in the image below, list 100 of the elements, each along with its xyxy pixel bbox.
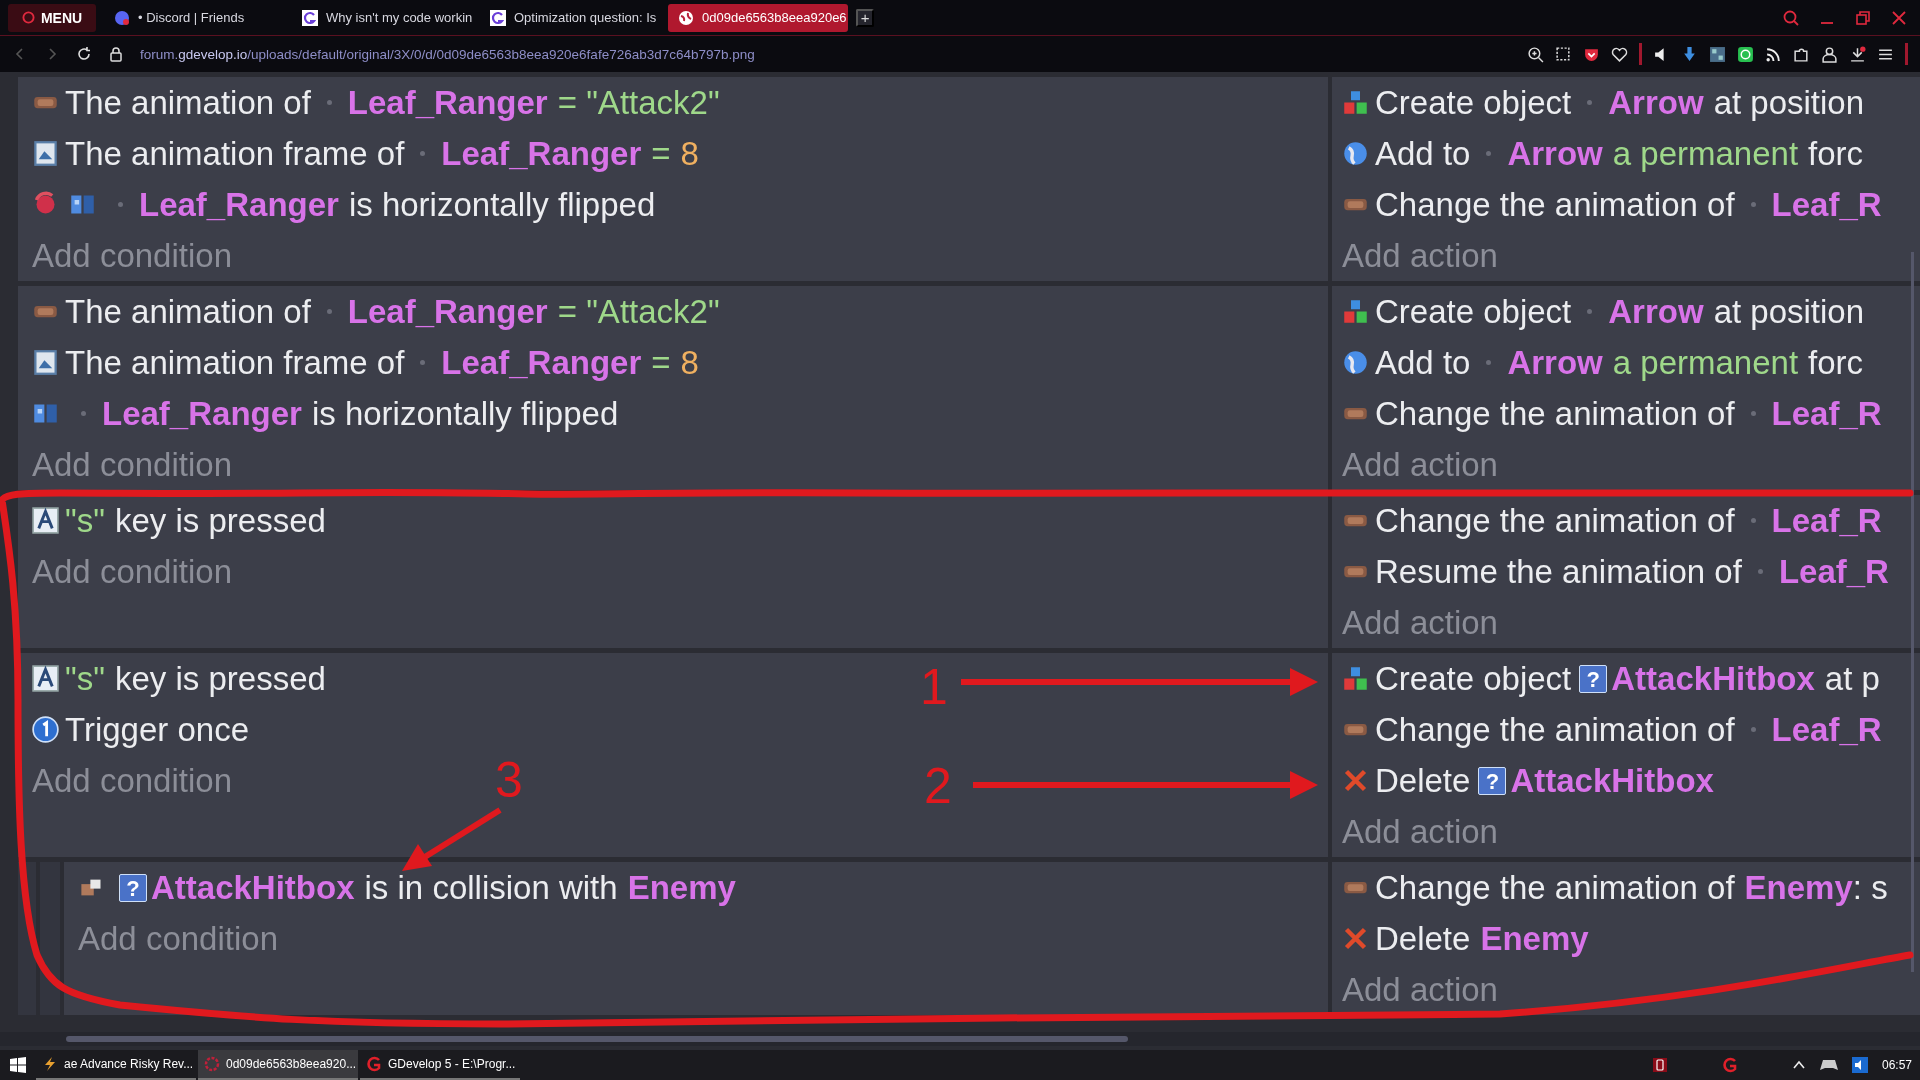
taskbar-item[interactable]: GDevelop 5 - E:\Progr... xyxy=(360,1050,520,1080)
question-mark-icon: ? xyxy=(1478,766,1507,795)
tiles-icon[interactable] xyxy=(1709,45,1726,63)
dot-icon xyxy=(326,100,332,105)
text-label: key is pressed xyxy=(114,659,326,698)
puzzle-icon[interactable] xyxy=(1793,45,1810,63)
object-name: Leaf_Ranger xyxy=(102,394,302,433)
taskbar-item[interactable]: ae Advance Risky Rev... xyxy=(36,1050,196,1080)
object-name: AttackHitbox xyxy=(1611,659,1815,698)
text-label: The animation of xyxy=(65,83,311,122)
cross-icon xyxy=(1342,925,1369,952)
text-label: at p xyxy=(1824,659,1880,698)
ring-logo-icon xyxy=(21,11,35,24)
globe-icon xyxy=(1342,349,1369,376)
dot-icon xyxy=(1587,100,1593,105)
browser-tab[interactable]: Optimization question: Is xyxy=(480,3,660,32)
text-label: Create object xyxy=(1375,659,1572,698)
text-label: is horizontally flipped xyxy=(348,185,656,224)
text-label: Trigger once xyxy=(65,710,250,749)
key-a-icon xyxy=(32,665,59,692)
key-a-icon xyxy=(32,507,59,534)
lightning-icon xyxy=(42,1056,58,1072)
annotation-number: 1 xyxy=(920,659,948,715)
object-name: Leaf_Ranger xyxy=(347,83,548,122)
gamepad-icon[interactable] xyxy=(1819,1058,1838,1072)
windows-icon[interactable] xyxy=(10,1057,26,1073)
question-mark-icon: ? xyxy=(119,873,147,902)
object-name: Arrow xyxy=(1608,292,1704,331)
speaker-icon[interactable] xyxy=(1851,1057,1868,1073)
text-label: Change the animation of xyxy=(1375,501,1735,540)
value-text: a permanent xyxy=(1612,134,1799,173)
browser-tab[interactable]: 0d09de6563b8eea920e6 xyxy=(668,3,848,32)
object-name: Leaf_Ranger xyxy=(347,292,548,331)
blocks-icon xyxy=(1342,665,1369,692)
lock-icon xyxy=(108,46,124,62)
text-label: at position xyxy=(1713,292,1865,331)
object-name: Enemy xyxy=(1744,868,1853,907)
value-text: a permanent xyxy=(1612,343,1799,382)
object-name: Leaf_Ranger xyxy=(441,134,642,173)
vertical-scrollbar[interactable] xyxy=(1911,252,1914,972)
object-name: Arrow xyxy=(1507,134,1603,173)
text-label: Change the animation of xyxy=(1375,185,1735,224)
globe-icon xyxy=(678,9,694,26)
text-label: Add to xyxy=(1375,343,1471,382)
heart-icon[interactable] xyxy=(1611,45,1628,63)
globe-icon xyxy=(1342,140,1369,167)
snapshot-icon[interactable] xyxy=(1555,45,1572,63)
new-tab-button[interactable]: + xyxy=(856,8,874,27)
object-name: Enemy xyxy=(627,868,736,907)
dot-icon xyxy=(326,309,332,314)
number-one-icon xyxy=(32,716,59,743)
object-name: Leaf_R xyxy=(1771,394,1882,433)
object-name: Leaf_Ranger xyxy=(441,343,642,382)
text-label: Create object xyxy=(1375,83,1572,122)
g-logo-icon[interactable] xyxy=(1721,1057,1738,1073)
download-icon[interactable] xyxy=(1849,45,1866,63)
zoom-in-icon[interactable] xyxy=(1527,45,1544,63)
phone-icon[interactable] xyxy=(1651,1057,1668,1073)
text-label: is horizontally flipped xyxy=(311,394,619,433)
text-label: Resume the animation of xyxy=(1375,552,1742,591)
close-icon[interactable] xyxy=(1890,8,1908,27)
download-arrow-icon[interactable] xyxy=(1681,45,1698,63)
menu-button[interactable]: MENU xyxy=(8,3,96,32)
number-value: 8 xyxy=(680,343,699,382)
dot-icon xyxy=(1750,411,1756,416)
browser-tab[interactable]: • Discord | Friends xyxy=(104,3,284,32)
dot-icon xyxy=(118,202,123,207)
object-name: Leaf_R xyxy=(1778,552,1889,591)
text-label: key is pressed xyxy=(114,501,326,540)
value-text: = "Attack2" xyxy=(557,83,720,122)
clock-time[interactable]: 06:57 xyxy=(1881,1058,1912,1072)
text-label: : s xyxy=(1852,868,1888,907)
browser-tab[interactable]: Why isn't my code workin xyxy=(292,3,472,32)
restore-icon[interactable] xyxy=(1854,8,1872,27)
cross-icon xyxy=(1342,767,1369,794)
object-name: Arrow xyxy=(1608,83,1704,122)
search-icon[interactable] xyxy=(1782,8,1800,27)
dot-icon xyxy=(1757,569,1763,574)
value-text: "s" xyxy=(65,659,105,698)
rss-icon[interactable] xyxy=(1765,45,1782,63)
text-label: Add to xyxy=(1375,134,1471,173)
chat-icon[interactable] xyxy=(1737,45,1754,63)
spiral-icon xyxy=(302,9,318,26)
text-label: Delete xyxy=(1375,919,1471,958)
address-field[interactable]: forum.gdevelop.io/uploads/default/original/3X/0/d/0d09de6563b8eea920e6fafe726ab3d7c64b797b.png xyxy=(140,46,755,62)
browser-icon xyxy=(204,1056,220,1072)
horizontal-scrollbar[interactable] xyxy=(66,1036,1128,1042)
text-label: is in collision with xyxy=(364,868,618,907)
text-label: The animation frame of xyxy=(65,134,405,173)
picture-frame-icon xyxy=(32,140,59,167)
text-label: Delete xyxy=(1375,761,1471,800)
object-name: AttackHitbox xyxy=(1510,761,1714,800)
number-value: 8 xyxy=(680,134,699,173)
dot-icon xyxy=(81,411,86,416)
dot-icon xyxy=(1750,518,1756,523)
taskbar-item[interactable]: 0d09de6563b8eea920... xyxy=(198,1050,358,1080)
value-text: = "Attack2" xyxy=(557,292,720,331)
reload-icon[interactable] xyxy=(76,46,92,62)
dot-icon xyxy=(1486,151,1492,156)
user-icon[interactable] xyxy=(1821,45,1838,63)
